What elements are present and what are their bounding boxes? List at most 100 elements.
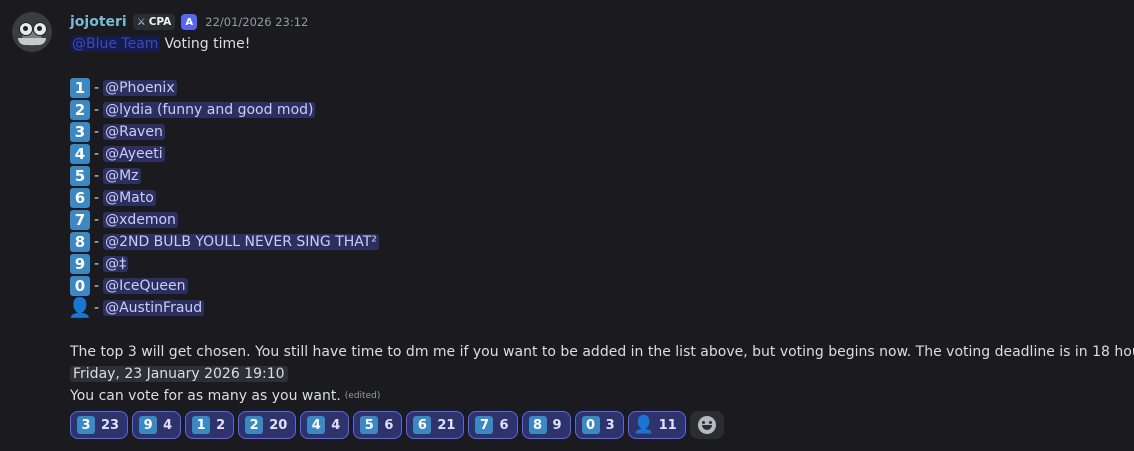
reaction-button[interactable]: 3 23 [70, 411, 129, 439]
keycap-8-icon: 8 [528, 416, 547, 434]
separator: - [94, 300, 100, 316]
candidate-line: 1- @Phoenix [70, 77, 177, 99]
keycap-7-icon: 7 [475, 416, 494, 434]
keycap-7-icon: 7 [70, 210, 90, 230]
separator: - [94, 80, 100, 96]
reaction-count: 23 [101, 417, 120, 433]
keycap-4-icon: 4 [307, 416, 326, 434]
candidate-line: 2- @lydia (funny and good mod) [70, 99, 316, 121]
user-mention[interactable]: @lydia (funny and good mod) [103, 102, 316, 118]
avatar-eye-left [19, 22, 33, 36]
avatar-eye-right [33, 22, 47, 36]
separator: - [94, 278, 100, 294]
message-timestamp[interactable]: 22/01/2026 23:12 [205, 15, 308, 29]
role-badge-icon[interactable]: A [181, 14, 198, 30]
separator: - [94, 168, 100, 184]
reaction-count: 6 [384, 417, 394, 433]
body-text: The top 3 will get chosen. You still hav… [70, 344, 1134, 360]
smiley-icon [697, 416, 716, 434]
user-mention[interactable]: @AustinFraud [103, 300, 205, 316]
reaction-count: 9 [552, 417, 562, 433]
reaction-button[interactable]: 03 [574, 411, 624, 439]
edited-label: (edited) [344, 391, 381, 401]
keycap-3-icon: 3 [70, 122, 90, 142]
reaction-count: 3 [605, 417, 615, 433]
intro-text: Voting time! [164, 36, 251, 52]
separator: - [94, 146, 100, 162]
reaction-button[interactable]: 56 [353, 411, 403, 439]
user-mention[interactable]: @Phoenix [103, 80, 177, 96]
reaction-count: 4 [331, 417, 341, 433]
chat-message: jojoteri ⚔ CPA A 22/01/2026 23:12 @Blue … [0, 0, 1134, 451]
keycap-9-icon: 9 [139, 416, 158, 434]
candidate-line: 8- @2ND BULB YOULL NEVER SING THAT² [70, 231, 379, 253]
reaction-count: 6 [499, 417, 509, 433]
keycap-5-icon: 5 [360, 416, 379, 434]
separator: - [94, 102, 100, 118]
closing-line: You can vote for as many as you want. (e… [70, 385, 380, 407]
reaction-button[interactable]: 76 [468, 411, 518, 439]
candidate-line: 3- @Raven [70, 121, 165, 143]
user-mention[interactable]: @IceQueen [103, 278, 188, 294]
user-mention[interactable]: @Mz [103, 168, 141, 184]
keycap-5-icon: 5 [70, 166, 90, 186]
bust-in-silhouette-icon: 👤 [633, 415, 655, 435]
keycap-4-icon: 4 [70, 144, 90, 164]
keycap-9-icon: 9 [70, 254, 90, 274]
user-mention[interactable]: @Ayeeti [103, 146, 165, 162]
keycap-6-icon: 6 [413, 416, 432, 434]
reaction-button[interactable]: 94 [132, 411, 182, 439]
candidate-line: 5- @Mz [70, 165, 141, 187]
candidate-line: 6- @Mato [70, 187, 156, 209]
reaction-button[interactable]: 12 [185, 411, 235, 439]
separator: - [94, 124, 100, 140]
sword-icon: ⚔ [136, 16, 146, 28]
guild-tag[interactable]: ⚔ CPA [132, 14, 176, 30]
reaction-count: 11 [658, 417, 677, 433]
user-mention[interactable]: @Mato [103, 190, 156, 206]
user-mention[interactable]: @Raven [103, 124, 165, 140]
reaction-count: 4 [163, 417, 173, 433]
user-mention[interactable]: @xdemon [103, 212, 178, 228]
keycap-8-icon: 8 [70, 232, 90, 252]
separator: - [94, 212, 100, 228]
reaction-button[interactable]: 2 20 [238, 411, 297, 439]
keycap-1-icon: 1 [192, 416, 211, 434]
message-header: jojoteri ⚔ CPA A 22/01/2026 23:12 [70, 13, 308, 31]
bust-in-silhouette-icon: 👤 [68, 297, 92, 319]
keycap-2-icon: 2 [70, 100, 90, 120]
separator: - [94, 234, 100, 250]
reaction-button[interactable]: 44 [300, 411, 350, 439]
separator: - [94, 190, 100, 206]
keycap-0-icon: 0 [581, 416, 600, 434]
candidate-line: 0- @IceQueen [70, 275, 188, 297]
reaction-button[interactable]: 89 [521, 411, 571, 439]
reaction-bar: 3 23 9 4 1 2 2 20 4 4 5 6 6 21 7 6 8 9 0 3 👤 11 [70, 411, 724, 439]
user-avatar[interactable] [12, 12, 52, 52]
reaction-button[interactable]: 6 21 [406, 411, 465, 439]
guild-tag-label: CPA [148, 16, 172, 28]
candidate-line: 👤 - @AustinFraud [68, 297, 205, 319]
candidate-line: 7- @xdemon [70, 209, 178, 231]
deadline-line: Friday, 23 January 2026 19:10 [70, 363, 288, 385]
keycap-0-icon: 0 [70, 276, 90, 296]
user-mention[interactable]: @‡ [103, 256, 129, 272]
keycap-1-icon: 1 [70, 78, 90, 98]
intro-line: @Blue Team Voting time! [70, 33, 250, 55]
deadline-timestamp[interactable]: Friday, 23 January 2026 19:10 [70, 366, 288, 382]
reaction-count: 21 [437, 417, 456, 433]
author-name[interactable]: jojoteri [70, 14, 127, 30]
closing-text: You can vote for as many as you want. [70, 388, 341, 404]
keycap-3-icon: 3 [77, 416, 95, 434]
separator: - [94, 256, 100, 272]
add-reaction-button[interactable] [689, 411, 724, 439]
candidate-line: 9- @‡ [70, 253, 129, 275]
avatar-mouth [18, 38, 46, 45]
candidate-line: 4- @Ayeeti [70, 143, 165, 165]
keycap-6-icon: 6 [70, 188, 90, 208]
reaction-count: 2 [216, 417, 226, 433]
reaction-button[interactable]: 👤 11 [627, 411, 686, 439]
user-mention[interactable]: @2ND BULB YOULL NEVER SING THAT² [103, 234, 379, 250]
reaction-count: 20 [269, 417, 288, 433]
role-mention[interactable]: @Blue Team [70, 36, 161, 52]
